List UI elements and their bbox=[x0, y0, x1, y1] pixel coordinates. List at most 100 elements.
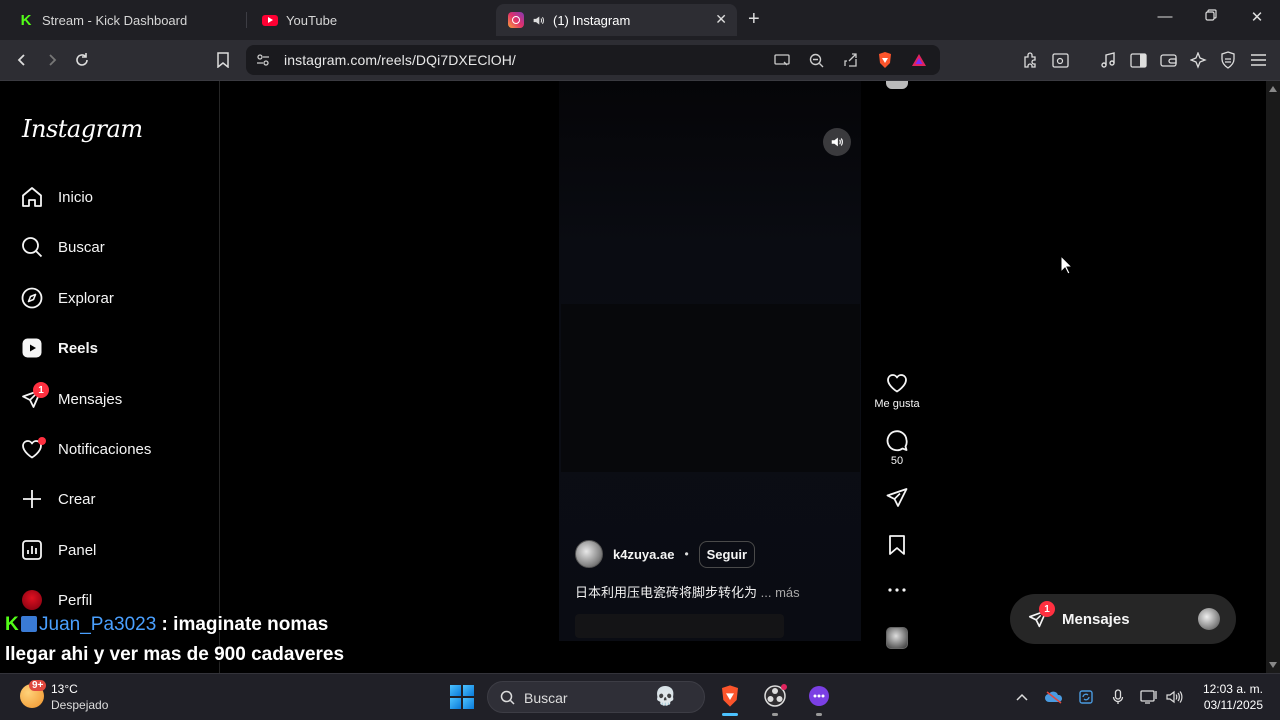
previous-reel-thumbnail[interactable] bbox=[886, 81, 908, 89]
onedrive-icon[interactable] bbox=[1044, 687, 1064, 707]
brave-shields-icon[interactable] bbox=[876, 51, 894, 69]
stream-chat-overlay: K Juan_Pa3023 : imaginate nomas llegar ah… bbox=[5, 610, 344, 670]
restore-icon[interactable] bbox=[1199, 8, 1223, 25]
compass-icon bbox=[20, 286, 44, 310]
share-button[interactable] bbox=[872, 486, 922, 510]
nav-item-notificaciones[interactable]: Notificaciones bbox=[20, 433, 151, 465]
share-icon[interactable] bbox=[841, 51, 859, 69]
menu-icon[interactable] bbox=[1247, 49, 1269, 71]
search-highlight-icon: 💀 bbox=[654, 686, 677, 706]
comment-count: 50 bbox=[890, 455, 904, 467]
browser-toolbar: instagram.com/reels/DQi7DXEClOH/ bbox=[0, 40, 1280, 81]
address-bar[interactable]: instagram.com/reels/DQi7DXEClOH/ bbox=[246, 45, 940, 75]
brave-rewards-icon[interactable] bbox=[910, 51, 928, 69]
reel-caption[interactable]: 日本利用压电瓷砖将脚步转化为 ... más bbox=[575, 582, 800, 601]
cast-icon[interactable] bbox=[773, 51, 791, 69]
tab-title: (1) Instagram bbox=[553, 12, 631, 28]
nav-item-panel[interactable]: Panel bbox=[20, 534, 96, 566]
back-icon[interactable] bbox=[11, 49, 33, 71]
obs-icon bbox=[764, 684, 787, 707]
extensions-icon[interactable] bbox=[1019, 49, 1041, 71]
clock-date: 03/11/2025 bbox=[1203, 698, 1263, 712]
reel-audio-info[interactable] bbox=[575, 614, 784, 638]
close-tab-icon[interactable]: ✕ bbox=[715, 11, 727, 28]
more-icon bbox=[888, 588, 906, 592]
taskbar-search[interactable]: Buscar 💀 bbox=[487, 681, 705, 713]
taskbar-brave[interactable] bbox=[717, 683, 743, 709]
search-icon bbox=[20, 235, 44, 259]
sidebar-toggle-icon[interactable] bbox=[1127, 49, 1149, 71]
save-button[interactable] bbox=[872, 533, 922, 557]
kick-logo-icon: K bbox=[5, 614, 19, 635]
caption-more-link[interactable]: ... más bbox=[761, 585, 800, 600]
nav-label: Notificaciones bbox=[58, 440, 152, 458]
nav-item-crear[interactable]: Crear bbox=[20, 483, 96, 515]
nav-label: Crear bbox=[58, 490, 96, 508]
minimize-icon[interactable]: — bbox=[1153, 8, 1177, 25]
page-scrollbar[interactable] bbox=[1266, 81, 1280, 673]
media-icon[interactable] bbox=[1097, 49, 1119, 71]
comment-icon bbox=[886, 430, 908, 452]
leo-ai-icon[interactable] bbox=[1187, 49, 1209, 71]
comment-button[interactable]: 50 bbox=[872, 428, 922, 467]
weather-badge: 9+ bbox=[29, 680, 47, 691]
microphone-icon[interactable] bbox=[1108, 687, 1128, 707]
bookmark-icon[interactable] bbox=[212, 49, 234, 71]
instagram-wordmark[interactable]: Instagram bbox=[22, 115, 143, 143]
taskbar-obs[interactable] bbox=[762, 683, 788, 709]
nav-label: Mensajes bbox=[58, 390, 123, 408]
tab-instagram[interactable]: (1) Instagram ✕ bbox=[496, 4, 737, 36]
tab-youtube[interactable]: YouTube bbox=[250, 4, 488, 36]
more-options-button[interactable] bbox=[872, 580, 922, 600]
nav-item-inicio[interactable]: Inicio bbox=[20, 181, 93, 213]
tab-kick-dashboard[interactable]: K Stream - Kick Dashboard bbox=[6, 4, 244, 36]
forward-icon[interactable] bbox=[41, 49, 63, 71]
heart-icon bbox=[887, 374, 907, 393]
chat-user-badge-icon bbox=[21, 616, 37, 632]
reload-icon[interactable] bbox=[71, 49, 93, 71]
contact-avatar bbox=[1198, 608, 1220, 630]
speaker-icon[interactable] bbox=[532, 14, 545, 27]
like-button[interactable]: Me gusta bbox=[872, 371, 922, 410]
nav-item-explorar[interactable]: Explorar bbox=[20, 282, 114, 314]
separator-dot: • bbox=[684, 547, 689, 561]
start-button[interactable] bbox=[450, 685, 474, 709]
reel-author-row: k4zuya.ae • Seguir bbox=[575, 539, 756, 569]
nav-label: Buscar bbox=[58, 238, 105, 256]
mute-button[interactable] bbox=[823, 128, 851, 156]
site-settings-icon[interactable] bbox=[254, 51, 272, 69]
kick-logo-icon: K bbox=[20, 11, 32, 29]
nav-item-reels[interactable]: Reels bbox=[20, 332, 98, 364]
show-hidden-icons[interactable] bbox=[1012, 687, 1032, 707]
windows-taskbar: 9+ 13°C Despejado Buscar 💀 12:03 a. m. 0… bbox=[0, 673, 1280, 720]
search-icon bbox=[500, 690, 515, 705]
messages-label: Mensajes bbox=[1062, 610, 1130, 628]
browser-tab-strip: K Stream - Kick Dashboard YouTube (1) In… bbox=[0, 0, 1280, 40]
taskbar-chat-app[interactable] bbox=[806, 683, 832, 709]
messages-floating-button[interactable]: 1 Mensajes bbox=[1010, 594, 1236, 644]
volume-icon[interactable] bbox=[1164, 687, 1184, 707]
bookmark-icon bbox=[889, 535, 905, 555]
author-username[interactable]: k4zuya.ae bbox=[613, 547, 674, 562]
author-avatar[interactable] bbox=[575, 540, 603, 568]
tab-title: Stream - Kick Dashboard bbox=[42, 12, 188, 28]
new-tab-icon[interactable]: + bbox=[748, 8, 760, 31]
nav-item-mensajes[interactable]: 1 Mensajes bbox=[20, 382, 123, 415]
close-window-icon[interactable]: ✕ bbox=[1245, 8, 1269, 26]
send-icon bbox=[886, 488, 908, 507]
weather-description: Despejado bbox=[51, 698, 109, 712]
nav-item-buscar[interactable]: Buscar bbox=[20, 231, 105, 263]
volume-icon bbox=[831, 137, 843, 147]
instagram-logo-icon bbox=[508, 12, 524, 28]
audio-thumbnail[interactable] bbox=[886, 627, 908, 649]
sync-icon[interactable] bbox=[1076, 687, 1096, 707]
scroll-down-arrow-icon[interactable] bbox=[1269, 662, 1277, 668]
vpn-icon[interactable] bbox=[1217, 49, 1239, 71]
follow-button[interactable]: Seguir bbox=[698, 540, 756, 568]
scroll-up-arrow-icon[interactable] bbox=[1269, 86, 1277, 92]
running-app-indicator bbox=[816, 713, 822, 716]
wallet-icon[interactable] bbox=[1157, 49, 1179, 71]
zoom-icon[interactable] bbox=[807, 51, 825, 69]
network-icon[interactable] bbox=[1139, 687, 1159, 707]
reader-mode-icon[interactable] bbox=[1049, 49, 1071, 71]
